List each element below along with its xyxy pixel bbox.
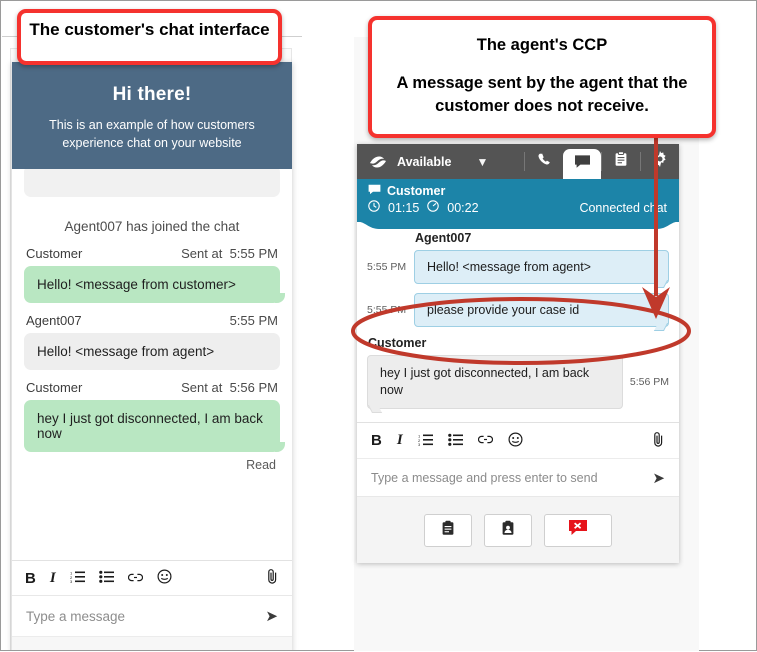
contact-card-icon: [501, 520, 515, 541]
attachment-icon[interactable]: [266, 568, 279, 588]
message-timestamp: 5:55 PM: [230, 313, 278, 328]
message-timestamp: 5:55 PM: [367, 304, 414, 316]
end-chat-button[interactable]: [544, 514, 612, 547]
ccp-top-bar: Available ▼: [357, 144, 679, 179]
callout-agent-ccp: The agent's CCP A message sent by the ag…: [368, 16, 716, 138]
clipboard-icon: [441, 520, 455, 541]
chat-widget-title: Hi there!: [12, 84, 292, 106]
link-icon[interactable]: [128, 571, 143, 586]
contact-hold-time: 00:22: [447, 201, 478, 215]
message-meta: Agent007 5:55 PM: [12, 313, 292, 328]
tab-settings[interactable]: [641, 144, 679, 179]
message-bubble: Hello! <message from customer>: [24, 266, 280, 303]
message-timestamp: 5:55 PM: [367, 261, 414, 273]
numbered-list-icon[interactable]: 123: [70, 570, 85, 586]
customer-chat-thread[interactable]: Agent007 has joined the chat Customer Se…: [12, 169, 292, 547]
ccp-action-bar: [357, 496, 679, 563]
bold-icon[interactable]: B: [371, 433, 382, 448]
contact-duration: 01:15: [388, 201, 419, 215]
callout-text: The customer's chat interface: [29, 20, 269, 39]
message-bubble: please provide your case id: [414, 293, 669, 327]
contacts-button[interactable]: [484, 514, 532, 547]
chevron-down-icon[interactable]: ▼: [476, 155, 488, 169]
callout-body: A message sent by the agent that the cus…: [372, 72, 712, 118]
customer-composer[interactable]: Type a message ➤: [12, 596, 292, 636]
italic-icon[interactable]: I: [397, 433, 403, 448]
gear-icon: [652, 151, 668, 172]
agent-message-row: 5:55 PM please provide your case id: [367, 293, 669, 327]
agent-name: Agent007: [415, 231, 679, 245]
message-timestamp: Sent at 5:55 PM: [181, 246, 278, 261]
customer-message-input[interactable]: Type a message: [26, 609, 265, 624]
customer-format-toolbar: B I 123: [12, 560, 292, 596]
message-meta: Customer Sent at 5:56 PM: [12, 380, 292, 395]
ccp-contact-bar: Customer 01:15 00:22 Connected chat: [357, 179, 679, 222]
send-icon[interactable]: ➤: [265, 607, 278, 625]
contact-state: Connected chat: [579, 201, 667, 215]
quick-connects-button[interactable]: [424, 514, 472, 547]
clock-icon: [368, 200, 380, 215]
obscured-bubble: [24, 169, 280, 197]
contact-name: Customer: [387, 184, 445, 198]
message-meta: Customer Sent at 5:55 PM: [12, 246, 292, 261]
ccp-message-input[interactable]: Type a message and press enter to send: [371, 471, 652, 485]
agent-message-row: 5:55 PM Hello! <message from agent>: [367, 250, 669, 284]
stopwatch-icon: [427, 200, 439, 215]
message-bubble: hey I just got disconnected, I am back n…: [24, 400, 280, 452]
chat-icon: [368, 184, 381, 198]
svg-text:3: 3: [418, 442, 421, 446]
svg-text:3: 3: [70, 579, 73, 583]
ccp-panel: Available ▼: [357, 144, 679, 563]
bullet-list-icon[interactable]: [99, 570, 114, 586]
read-receipt: Read: [12, 452, 292, 472]
ccp-format-toolbar: B I 123: [357, 422, 679, 458]
message-bubble: Hello! <message from agent>: [414, 250, 669, 284]
bullet-list-icon[interactable]: [448, 433, 463, 449]
message-bubble: hey I just got disconnected, I am back n…: [367, 355, 623, 409]
system-message: Agent007 has joined the chat: [12, 219, 292, 234]
emoji-icon[interactable]: [157, 569, 172, 587]
callout-customer-interface: The customer's chat interface: [17, 9, 282, 65]
screenshot-frame: Hi there! This is an example of how cust…: [0, 0, 757, 651]
bold-icon[interactable]: B: [25, 571, 36, 586]
tab-quick-connects[interactable]: [602, 144, 640, 179]
message-timestamp: 5:56 PM: [623, 376, 669, 388]
end-chat-icon: [568, 519, 588, 541]
tab-chat[interactable]: [563, 149, 601, 179]
agent-status-label[interactable]: Available: [397, 155, 451, 169]
message-sender: Customer: [26, 246, 82, 261]
chat-widget-header: Hi there! This is an example of how cust…: [12, 62, 292, 169]
customer-chat-widget: Hi there! This is an example of how cust…: [12, 62, 292, 650]
customer-name: Customer: [368, 336, 679, 350]
tab-phone[interactable]: [525, 144, 563, 179]
callout-title: The agent's CCP: [372, 34, 712, 57]
message-bubble: Hello! <message from agent>: [24, 333, 280, 370]
send-icon[interactable]: ➤: [652, 469, 665, 487]
contact-name-row: Customer: [368, 184, 668, 198]
amazon-connect-logo-icon: [368, 154, 388, 170]
message-timestamp: Sent at 5:56 PM: [181, 380, 278, 395]
customer-message-row: hey I just got disconnected, I am back n…: [367, 355, 669, 409]
attachment-icon[interactable]: [652, 431, 665, 451]
numbered-list-icon[interactable]: 123: [418, 433, 433, 449]
chat-icon: [574, 154, 591, 174]
contact-bar-chevron: [357, 221, 679, 229]
ccp-chat-thread[interactable]: Agent007 5:55 PM Hello! <message from ag…: [357, 222, 679, 422]
customer-website-page: Hi there! This is an example of how cust…: [2, 2, 302, 650]
ccp-composer[interactable]: Type a message and press enter to send ➤: [357, 458, 679, 496]
italic-icon[interactable]: I: [50, 571, 56, 586]
emoji-icon[interactable]: [508, 432, 523, 450]
message-sender: Agent007: [26, 313, 82, 328]
phone-icon: [537, 152, 552, 172]
clipboard-icon: [614, 151, 628, 172]
link-icon[interactable]: [478, 433, 493, 448]
message-sender: Customer: [26, 380, 82, 395]
chat-widget-subtitle: This is an example of how customers expe…: [12, 116, 292, 152]
end-chat-zone: End chat: [12, 636, 292, 650]
